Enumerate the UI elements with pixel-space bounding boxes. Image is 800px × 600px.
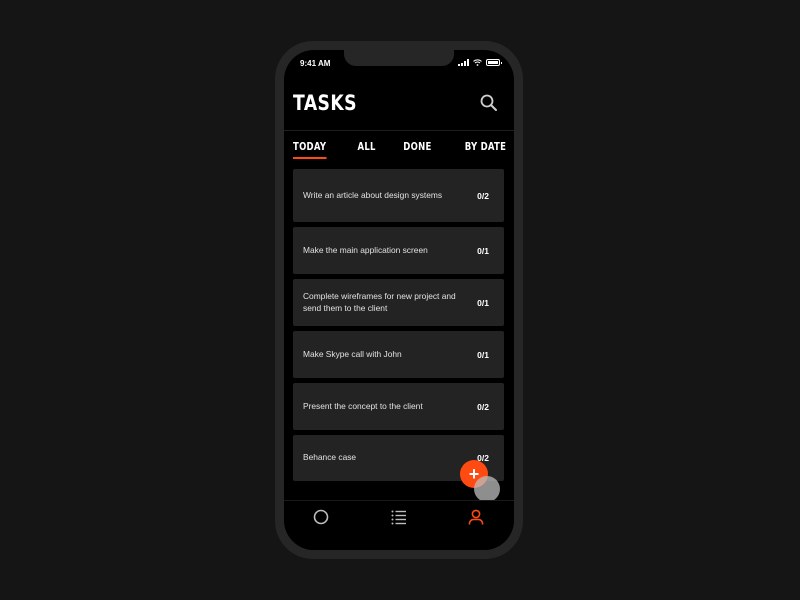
task-item[interactable]: Complete wireframes for new project and … bbox=[293, 279, 504, 326]
task-progress: 0/1 bbox=[477, 297, 489, 308]
tab-done[interactable]: DONE bbox=[403, 140, 431, 164]
task-progress: 0/1 bbox=[477, 245, 489, 256]
list-icon bbox=[391, 510, 406, 525]
tab-by-date[interactable]: BY DATE bbox=[465, 140, 506, 164]
nav-today-button[interactable] bbox=[312, 508, 330, 526]
stage: 9:41 AM TASKS TODAY ALL DONE BY DATE Wri… bbox=[0, 0, 800, 600]
tab-today[interactable]: TODAY bbox=[293, 140, 326, 164]
signal-icon bbox=[458, 59, 469, 66]
battery-icon bbox=[486, 59, 502, 66]
search-button[interactable] bbox=[479, 93, 499, 113]
task-item[interactable]: Make Skype call with John 0/1 bbox=[293, 331, 504, 378]
task-title: Write an article about design systems bbox=[303, 189, 443, 200]
task-title: Complete wireframes for new project and … bbox=[303, 291, 456, 313]
task-title: Behance case bbox=[303, 452, 357, 463]
task-progress: 0/2 bbox=[477, 190, 489, 201]
status-time: 9:41 AM bbox=[300, 59, 331, 68]
task-item[interactable]: Present the concept to the client 0/2 bbox=[293, 383, 504, 430]
search-icon bbox=[480, 94, 497, 111]
nav-profile-button[interactable] bbox=[467, 508, 485, 526]
task-item[interactable]: Make the main application screen 0/1 bbox=[293, 227, 504, 274]
app-screen: 9:41 AM TASKS TODAY ALL DONE BY DATE Wri… bbox=[284, 50, 514, 550]
phone-frame: 9:41 AM TASKS TODAY ALL DONE BY DATE Wri… bbox=[275, 41, 523, 559]
task-title: Present the concept to the client bbox=[303, 400, 423, 411]
task-title: Make Skype call with John bbox=[303, 348, 402, 359]
touch-indicator bbox=[474, 476, 500, 502]
task-item[interactable]: Write an article about design systems 0/… bbox=[293, 169, 504, 222]
status-icons bbox=[458, 59, 502, 66]
circle-icon bbox=[313, 509, 329, 525]
tab-all[interactable]: ALL bbox=[357, 140, 375, 164]
nav-list-button[interactable] bbox=[390, 508, 408, 526]
phone-notch bbox=[344, 50, 454, 66]
bottom-nav bbox=[284, 501, 514, 550]
task-progress: 0/1 bbox=[477, 349, 489, 360]
task-title: Make the main application screen bbox=[303, 244, 428, 255]
wifi-icon bbox=[473, 59, 482, 66]
header-divider bbox=[284, 130, 514, 131]
tab-bar: TODAY ALL DONE BY DATE bbox=[293, 140, 506, 164]
page-title: TASKS bbox=[293, 91, 357, 115]
task-progress: 0/2 bbox=[477, 401, 489, 412]
task-list: Write an article about design systems 0/… bbox=[293, 169, 504, 486]
user-icon bbox=[468, 509, 484, 525]
